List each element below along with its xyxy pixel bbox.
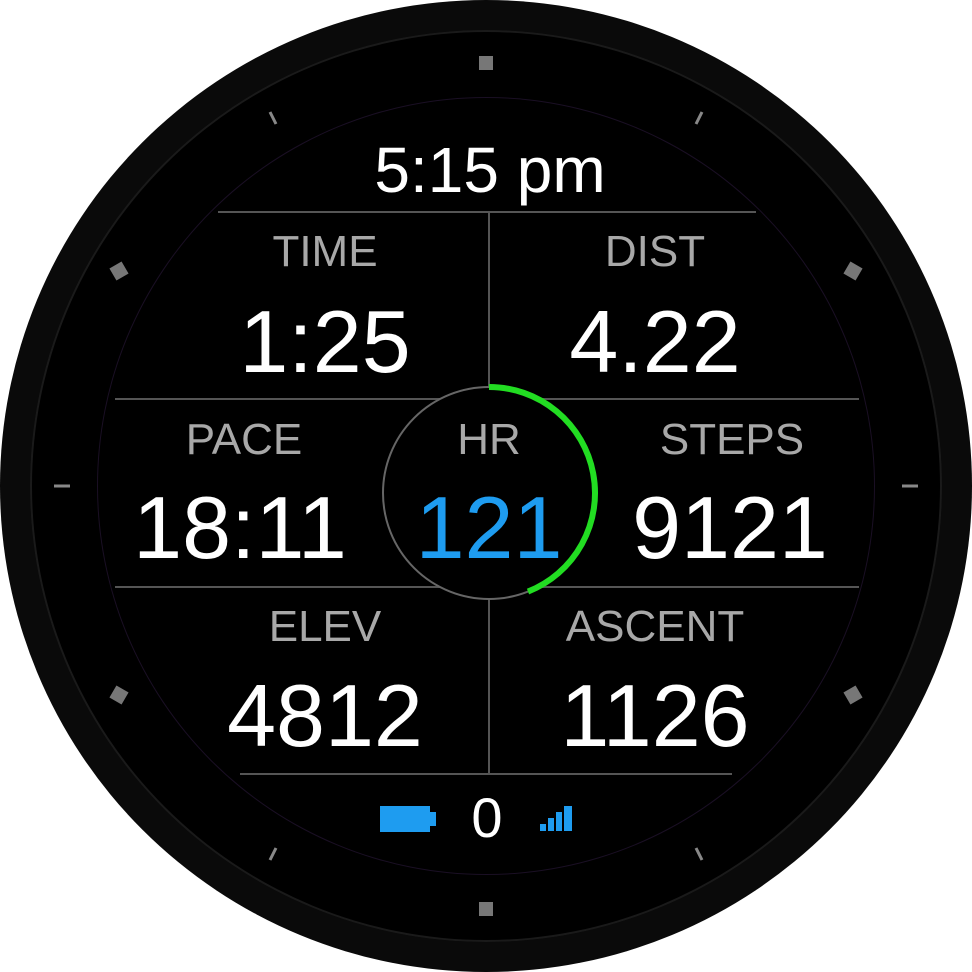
bezel-marker-10 [109, 261, 129, 281]
watch-face-screen: 5:15 pm TIME 1:25 DIST 4.22 PACE 18:11 H… [0, 0, 972, 972]
bezel-marker-11 [268, 111, 278, 125]
ascent-value: 1126 [560, 666, 750, 765]
hr-value: 121 [415, 478, 563, 577]
steps-value: 9121 [632, 478, 828, 577]
time-value: 1:25 [239, 292, 411, 391]
bezel-marker-5 [694, 847, 704, 861]
notification-count: 0 [471, 786, 503, 849]
bezel-marker-6 [479, 902, 493, 916]
bezel-marker-1 [694, 111, 704, 125]
signal-bars-icon [540, 806, 572, 831]
bezel-marker-4 [843, 685, 863, 705]
pace-value: 18:11 [133, 478, 347, 577]
elev-value: 4812 [227, 666, 423, 765]
bezel-marker-7 [268, 847, 278, 861]
time-label: TIME [272, 227, 378, 276]
dist-value: 4.22 [569, 292, 741, 391]
bezel-marker-2 [843, 261, 863, 281]
elev-label: ELEV [268, 602, 382, 651]
ascent-label: ASCENT [565, 602, 745, 651]
hr-label: HR [457, 415, 521, 464]
battery-icon [380, 806, 436, 832]
dist-label: DIST [604, 227, 706, 276]
bezel-marker-8 [109, 685, 129, 705]
clock-time: 5:15 pm [374, 134, 606, 206]
steps-label: STEPS [659, 415, 805, 464]
pace-label: PACE [185, 415, 303, 464]
bezel-marker-12 [479, 56, 493, 70]
